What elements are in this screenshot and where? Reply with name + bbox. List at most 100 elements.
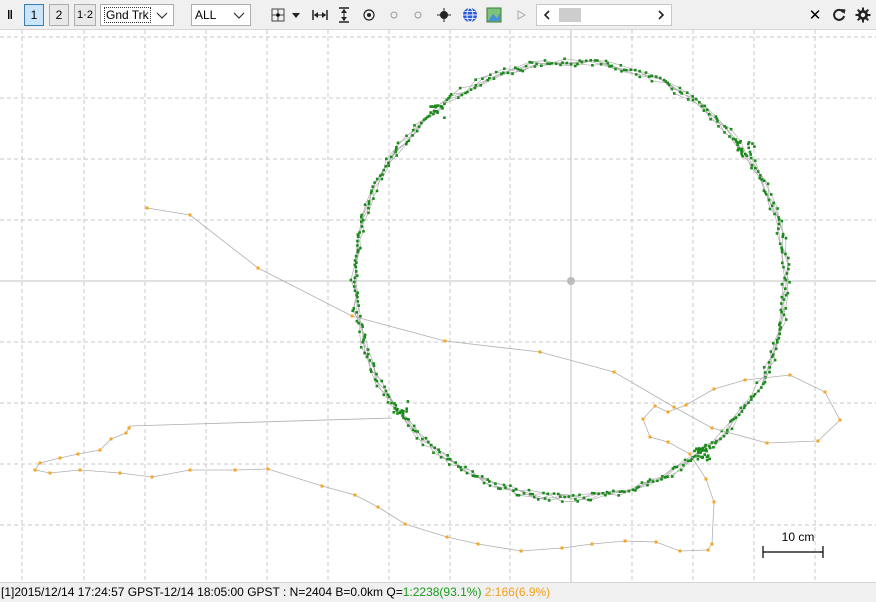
fix-point (486, 78, 489, 82)
plot-1-2-button[interactable]: 1·2 (74, 4, 96, 26)
float-point (78, 468, 82, 472)
pause-button[interactable]: ‖ (3, 4, 17, 26)
float-point (765, 441, 769, 445)
ground-track-canvas[interactable] (0, 30, 876, 582)
float-point (641, 417, 645, 421)
fix-point (782, 265, 785, 269)
time-scrollbar[interactable] (536, 4, 672, 26)
fix-point (739, 406, 743, 410)
point-small-icon[interactable] (386, 4, 402, 26)
fix-point (352, 280, 356, 284)
float-point (788, 373, 792, 377)
float-point (445, 535, 449, 539)
status-q1: 1:2238(93.1%) (402, 585, 482, 599)
dropdown-arrow-icon[interactable] (290, 4, 302, 26)
fix-point (787, 263, 791, 266)
scroll-thumb[interactable] (559, 8, 581, 22)
fix-point (662, 78, 666, 82)
point-large-icon[interactable] (435, 4, 453, 26)
fix-point (634, 73, 638, 76)
fix-point (439, 456, 443, 459)
float-point (150, 475, 154, 479)
target-icon[interactable] (360, 4, 378, 26)
fix-point (774, 347, 778, 351)
float-point (648, 435, 652, 439)
fix-point (506, 71, 510, 75)
float-point (710, 426, 714, 430)
float-point (710, 542, 714, 546)
fix-point (360, 220, 363, 224)
fix-point (367, 211, 370, 215)
point-small-icon[interactable] (410, 4, 426, 26)
fix-point (704, 447, 708, 451)
fix-point (768, 370, 771, 374)
fix-point (691, 95, 694, 98)
fix-point (559, 495, 562, 498)
fix-point (366, 352, 370, 356)
fix-point (722, 434, 726, 438)
fix-point (394, 403, 398, 407)
float-point (188, 213, 192, 217)
fix-point (521, 69, 525, 73)
fix-point (396, 141, 400, 145)
fix-point (589, 59, 592, 62)
fix-point (666, 81, 669, 85)
plot-1-button[interactable]: 1 (24, 4, 44, 26)
scroll-right-icon[interactable] (655, 9, 667, 24)
fix-point (387, 395, 391, 398)
ground-track-plot[interactable]: 10 cm (0, 30, 876, 582)
fix-point (589, 498, 592, 502)
fix-point (457, 96, 460, 99)
fix-point (569, 62, 573, 66)
scroll-left-icon[interactable] (541, 9, 553, 24)
fix-point (772, 342, 775, 345)
fix-point (563, 57, 566, 61)
globe-icon[interactable] (460, 4, 480, 26)
fix-point (765, 192, 768, 196)
gear-icon[interactable] (854, 4, 872, 26)
fit-horizontal-icon[interactable] (310, 4, 330, 26)
fix-point (775, 232, 779, 235)
fix-point (754, 166, 757, 170)
float-point (678, 549, 682, 553)
fix-point (751, 142, 754, 145)
fix-point (749, 153, 752, 156)
fix-point (670, 87, 674, 91)
play-icon[interactable] (514, 4, 528, 26)
plot-2-button[interactable]: 2 (49, 4, 69, 26)
fix-point (448, 95, 452, 98)
fix-point (618, 490, 622, 493)
float-point (127, 426, 131, 430)
center-origin-icon[interactable] (268, 4, 288, 26)
fix-point (707, 113, 711, 116)
float-point (233, 468, 237, 472)
fix-point (437, 448, 440, 451)
float-point (320, 484, 324, 488)
fix-point (465, 471, 469, 475)
float-point (704, 477, 708, 481)
fix-point (715, 117, 719, 120)
fix-point (433, 446, 437, 449)
fix-point (426, 115, 429, 119)
fix-point (578, 493, 581, 497)
fix-point (604, 59, 608, 63)
quality-filter-select[interactable]: ALL (191, 4, 251, 26)
fix-point (500, 72, 503, 76)
close-icon[interactable]: ✕ (806, 4, 824, 26)
refresh-icon[interactable] (830, 4, 848, 26)
fix-point (448, 463, 451, 466)
fix-point (710, 441, 714, 444)
fix-point (772, 201, 775, 205)
fix-point (763, 380, 767, 384)
fix-point (605, 490, 609, 494)
fix-point (697, 454, 700, 458)
float-point (823, 390, 827, 394)
fit-vertical-icon[interactable] (334, 4, 354, 26)
plot-type-select[interactable]: Gnd Trk (100, 4, 174, 26)
fix-point (363, 335, 367, 339)
fix-point (777, 216, 780, 219)
fix-point (647, 75, 651, 78)
map-image-icon[interactable] (484, 4, 504, 26)
fix-point (502, 483, 506, 487)
fix-point (542, 491, 545, 495)
